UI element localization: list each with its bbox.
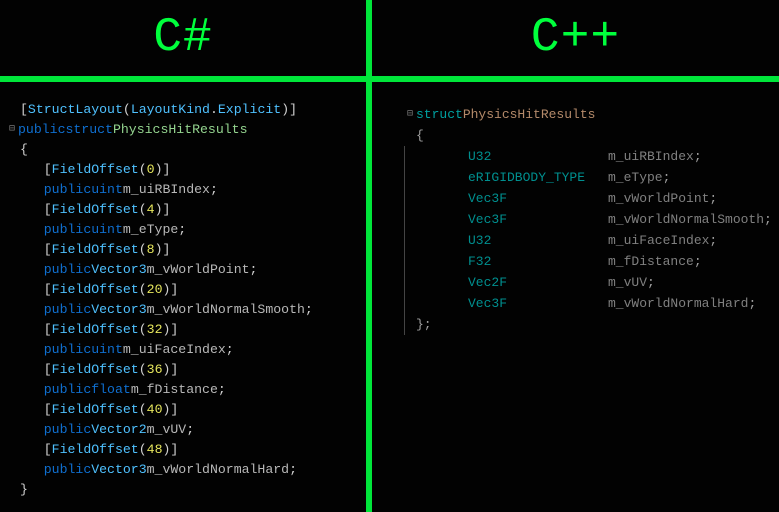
csharp-code: [StructLayout(LayoutKind.Explicit)] ⊟pub…	[0, 82, 366, 500]
offset-value: 48	[147, 440, 163, 460]
access-kw: public	[44, 260, 91, 280]
field-name: m_eType	[123, 220, 178, 240]
field-type: float	[91, 380, 131, 400]
access-kw: public	[44, 460, 91, 480]
cpp-field-declaration: eRIGIDBODY_TYPEm_eType;	[382, 167, 773, 188]
cpp-field-type: Vec2F	[468, 272, 608, 293]
cpp-field-declaration: Vec3Fm_vWorldNormalSmooth;	[382, 209, 773, 230]
comparison-container: C# [StructLayout(LayoutKind.Explicit)] ⊟…	[0, 0, 779, 512]
attr-name: FieldOffset	[52, 400, 139, 420]
offset-value: 4	[147, 200, 155, 220]
field-type: Vector2	[91, 420, 146, 440]
attr-name: FieldOffset	[52, 360, 139, 380]
csharp-label: C#	[153, 11, 213, 65]
cpp-field-declaration: U32m_uiRBIndex;	[382, 146, 773, 167]
attr-name: FieldOffset	[52, 440, 139, 460]
field-offset-attr: [FieldOffset(8)]	[6, 240, 360, 260]
field-name: m_vWorldNormalHard	[147, 460, 289, 480]
cpp-field-type: Vec3F	[468, 188, 608, 209]
cpp-code: ⊟struct PhysicsHitResults { U32m_uiRBInd…	[372, 82, 779, 335]
cpp-field-type: U32	[468, 146, 608, 167]
attr-name: FieldOffset	[52, 280, 139, 300]
cpp-field-name: m_vUV	[608, 272, 647, 293]
csharp-header: C#	[0, 0, 366, 82]
field-type: Vector3	[91, 300, 146, 320]
cpp-field-type: Vec3F	[468, 293, 608, 314]
cpp-field-name: m_fDistance	[608, 251, 694, 272]
open-brace: {	[6, 140, 360, 160]
offset-value: 20	[147, 280, 163, 300]
field-offset-attr: [FieldOffset(4)]	[6, 200, 360, 220]
attr-name: FieldOffset	[52, 200, 139, 220]
field-type: Vector3	[91, 460, 146, 480]
field-declaration: public Vector3 m_vWorldPoint;	[6, 260, 360, 280]
field-declaration: public uint m_uiFaceIndex;	[6, 340, 360, 360]
cpp-field-type: Vec3F	[468, 209, 608, 230]
field-type: uint	[91, 340, 123, 360]
field-type: uint	[91, 220, 123, 240]
cpp-field-declaration: U32m_uiFaceIndex;	[382, 230, 773, 251]
close-brace: }	[6, 480, 360, 500]
struct-declaration: ⊟public struct PhysicsHitResults	[6, 120, 360, 140]
access-kw: public	[44, 380, 91, 400]
cpp-open-brace: {	[382, 125, 773, 146]
struct-attribute: [StructLayout(LayoutKind.Explicit)]	[6, 100, 360, 120]
cpp-struct-decl: ⊟struct PhysicsHitResults	[382, 104, 773, 125]
offset-value: 40	[147, 400, 163, 420]
access-kw: public	[44, 220, 91, 240]
attr-name: FieldOffset	[52, 160, 139, 180]
cpp-label: C++	[531, 11, 620, 65]
csharp-panel: C# [StructLayout(LayoutKind.Explicit)] ⊟…	[0, 0, 366, 512]
cpp-field-type: F32	[468, 251, 608, 272]
cpp-field-name: m_uiRBIndex	[608, 146, 694, 167]
field-name: m_uiFaceIndex	[123, 340, 226, 360]
field-offset-attr: [FieldOffset(20)]	[6, 280, 360, 300]
offset-value: 0	[147, 160, 155, 180]
field-offset-attr: [FieldOffset(48)]	[6, 440, 360, 460]
offset-value: 36	[147, 360, 163, 380]
collapse-icon[interactable]: ⊟	[404, 104, 416, 125]
field-declaration: public float m_fDistance;	[6, 380, 360, 400]
field-name: m_vUV	[147, 420, 187, 440]
cpp-field-name: m_eType	[608, 167, 663, 188]
field-declaration: public uint m_eType;	[6, 220, 360, 240]
access-kw: public	[44, 340, 91, 360]
cpp-field-type: eRIGIDBODY_TYPE	[468, 167, 608, 188]
field-offset-attr: [FieldOffset(32)]	[6, 320, 360, 340]
field-name: m_uiRBIndex	[123, 180, 210, 200]
cpp-field-name: m_uiFaceIndex	[608, 230, 709, 251]
cpp-close-brace: };	[382, 314, 773, 335]
field-declaration: public Vector3 m_vWorldNormalSmooth;	[6, 300, 360, 320]
cpp-field-name: m_vWorldPoint	[608, 188, 709, 209]
field-offset-attr: [FieldOffset(0)]	[6, 160, 360, 180]
access-kw: public	[44, 300, 91, 320]
offset-value: 8	[147, 240, 155, 260]
cpp-field-type: U32	[468, 230, 608, 251]
attr-name: FieldOffset	[52, 240, 139, 260]
field-offset-attr: [FieldOffset(36)]	[6, 360, 360, 380]
access-kw: public	[44, 180, 91, 200]
cpp-header: C++	[372, 0, 779, 82]
field-type: uint	[91, 180, 123, 200]
cpp-panel: C++ ⊟struct PhysicsHitResults { U32m_uiR…	[372, 0, 779, 512]
cpp-field-name: m_vWorldNormalHard	[608, 293, 748, 314]
field-declaration: public Vector3 m_vWorldNormalHard;	[6, 460, 360, 480]
cpp-field-declaration: Vec3Fm_vWorldPoint;	[382, 188, 773, 209]
field-offset-attr: [FieldOffset(40)]	[6, 400, 360, 420]
cpp-field-declaration: Vec3Fm_vWorldNormalHard;	[382, 293, 773, 314]
cpp-field-name: m_vWorldNormalSmooth	[608, 209, 764, 230]
attr-name: FieldOffset	[52, 320, 139, 340]
field-name: m_fDistance	[131, 380, 218, 400]
cpp-field-declaration: Vec2Fm_vUV;	[382, 272, 773, 293]
field-declaration: public Vector2 m_vUV;	[6, 420, 360, 440]
cpp-field-declaration: F32m_fDistance;	[382, 251, 773, 272]
collapse-icon[interactable]: ⊟	[6, 120, 18, 140]
offset-value: 32	[147, 320, 163, 340]
field-name: m_vWorldPoint	[147, 260, 250, 280]
access-kw: public	[44, 420, 91, 440]
field-name: m_vWorldNormalSmooth	[147, 300, 305, 320]
field-declaration: public uint m_uiRBIndex;	[6, 180, 360, 200]
field-type: Vector3	[91, 260, 146, 280]
